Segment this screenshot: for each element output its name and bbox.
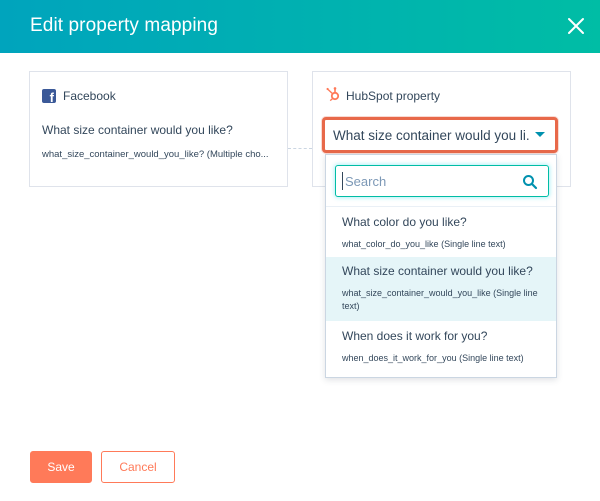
option-label: What color do you like? [342,215,467,229]
caret-down-icon [535,132,545,137]
select-value: What size container would you li... [333,128,529,143]
source-internal-name: what_size_container_would_you_like? (Mul… [42,149,269,160]
source-name: Facebook [63,89,116,103]
close-icon [568,18,584,34]
option-internal-name: what_color_do_you_like (Single line text… [342,239,506,249]
option-label: When does it work for you? [342,329,488,343]
option-internal-name: when_does_it_work_for_you (Single line t… [342,353,524,363]
dropdown-option[interactable]: What color do you like? what_color_do_yo… [326,215,556,257]
source-question: What size container would you like? [42,123,233,137]
facebook-icon: f [42,89,56,105]
option-internal-name: what_size_container_would_you_like (Sing… [342,288,538,311]
facebook-field-card: f Facebook What size container would you… [29,71,288,187]
dialog-header: Edit property mapping [0,0,600,53]
mapping-connector [288,148,312,149]
save-button[interactable]: Save [30,451,92,483]
dropdown-divider [326,206,556,207]
cancel-button[interactable]: Cancel [101,451,175,483]
dropdown-option[interactable]: When does it work for you? when_does_it_… [326,321,556,377]
search-box[interactable] [335,165,549,197]
close-button[interactable] [564,14,588,38]
option-label: What size container would you like? [342,264,533,278]
hubspot-sprocket-icon [326,87,340,102]
search-icon[interactable] [522,174,538,190]
target-name: HubSpot property [346,89,441,103]
search-input[interactable] [342,172,515,190]
dropdown-option-highlighted[interactable]: What size container would you like? what… [326,257,556,321]
property-dropdown: What color do you like? what_color_do_yo… [325,154,557,378]
dialog-title: Edit property mapping [30,15,218,36]
hubspot-property-select[interactable]: What size container would you li... [322,117,558,153]
